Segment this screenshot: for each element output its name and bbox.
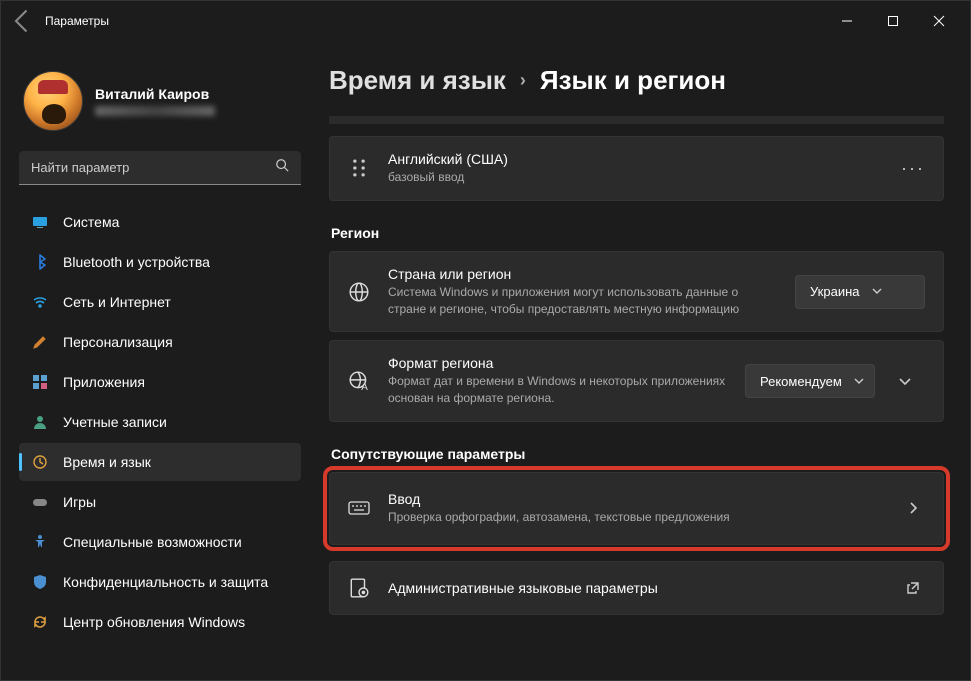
card-subtitle: Проверка орфографии, автозамена, текстов… xyxy=(388,509,883,526)
main-content: Время и язык › Язык и регион Английский … xyxy=(311,41,970,680)
nav-label: Сеть и Интернет xyxy=(63,294,171,310)
section-header-related: Сопутствующие параметры xyxy=(331,446,944,462)
sidebar-item-network[interactable]: Сеть и Интернет xyxy=(19,283,301,321)
globe-icon xyxy=(348,281,370,303)
chevron-down-icon xyxy=(854,374,864,389)
nav-label: Персонализация xyxy=(63,334,173,350)
more-button[interactable]: ··· xyxy=(901,158,925,179)
minimize-button[interactable] xyxy=(824,5,870,37)
brush-icon xyxy=(31,333,49,351)
apps-icon xyxy=(31,373,49,391)
profile-email-redacted xyxy=(95,106,215,116)
gamepad-icon xyxy=(31,493,49,511)
sidebar-item-gaming[interactable]: Игры xyxy=(19,483,301,521)
breadcrumb: Время и язык › Язык и регион xyxy=(329,65,944,96)
card-subtitle: Система Windows и приложения могут испол… xyxy=(388,284,777,318)
svg-text:A: A xyxy=(361,382,368,392)
language-card-english-us[interactable]: Английский (США) базовый ввод ··· xyxy=(329,136,944,201)
keyboard-icon xyxy=(348,497,370,519)
sidebar-item-time-language[interactable]: Время и язык xyxy=(19,443,301,481)
language-title: Английский (США) xyxy=(388,151,883,167)
nav-label: Bluetooth и устройства xyxy=(63,254,210,270)
search-icon xyxy=(275,158,289,177)
update-icon xyxy=(31,613,49,631)
sidebar-item-accessibility[interactable]: Специальные возможности xyxy=(19,523,301,561)
nav-label: Время и язык xyxy=(63,454,151,470)
language-subtitle: базовый ввод xyxy=(388,169,883,186)
profile-name: Виталий Каиров xyxy=(95,86,215,102)
wifi-icon xyxy=(31,293,49,311)
input-card-highlight: Ввод Проверка орфографии, автозамена, те… xyxy=(329,472,944,545)
sidebar-item-accounts[interactable]: Учетные записи xyxy=(19,403,301,441)
profile[interactable]: Виталий Каиров xyxy=(19,41,301,151)
region-format-dropdown[interactable]: Рекомендуем xyxy=(745,364,875,398)
nav-label: Центр обновления Windows xyxy=(63,614,245,630)
card-title: Формат региона xyxy=(388,355,727,371)
sidebar-item-update[interactable]: Центр обновления Windows xyxy=(19,603,301,641)
avatar xyxy=(23,71,83,131)
chevron-right-icon xyxy=(901,496,925,520)
card-title: Страна или регион xyxy=(388,266,777,282)
drag-handle-icon[interactable] xyxy=(348,157,370,179)
card-title: Ввод xyxy=(388,491,883,507)
page-title: Язык и регион xyxy=(540,65,726,96)
sidebar-item-personalization[interactable]: Персонализация xyxy=(19,323,301,361)
titlebar: Параметры xyxy=(1,1,970,41)
nav-label: Система xyxy=(63,214,119,230)
sidebar: Виталий Каиров Система Bluetooth и устро… xyxy=(1,41,311,680)
card-title: Административные языковые параметры xyxy=(388,580,883,596)
sidebar-item-system[interactable]: Система xyxy=(19,203,301,241)
sidebar-item-privacy[interactable]: Конфиденциальность и защита xyxy=(19,563,301,601)
search-input[interactable] xyxy=(31,160,275,175)
sidebar-item-apps[interactable]: Приложения xyxy=(19,363,301,401)
settings-window: Параметры Виталий Каиров Система Bluetoo… xyxy=(0,0,971,681)
back-button[interactable] xyxy=(9,7,37,35)
shield-icon xyxy=(31,573,49,591)
dropdown-value: Украина xyxy=(810,284,860,299)
nav: Система Bluetooth и устройства Сеть и Ин… xyxy=(19,203,301,641)
nav-label: Игры xyxy=(63,494,96,510)
external-link-icon xyxy=(901,576,925,600)
settings-document-icon xyxy=(348,577,370,599)
country-region-card[interactable]: Страна или регион Система Windows и прил… xyxy=(329,251,944,333)
nav-label: Специальные возможности xyxy=(63,534,242,550)
chevron-right-icon: › xyxy=(520,70,526,91)
chevron-down-icon xyxy=(872,284,882,299)
card-subtitle: Формат дат и времени в Windows и некотор… xyxy=(388,373,727,407)
bluetooth-icon xyxy=(31,253,49,271)
nav-label: Приложения xyxy=(63,374,145,390)
globe-letter-icon: A xyxy=(348,370,370,392)
input-settings-card[interactable]: Ввод Проверка орфографии, автозамена, те… xyxy=(329,472,944,545)
breadcrumb-parent[interactable]: Время и язык xyxy=(329,65,506,96)
collapsed-section[interactable] xyxy=(329,116,944,124)
country-dropdown[interactable]: Украина xyxy=(795,275,925,309)
nav-label: Конфиденциальность и защита xyxy=(63,574,268,590)
maximize-button[interactable] xyxy=(870,5,916,37)
search-box[interactable] xyxy=(19,151,301,185)
close-button[interactable] xyxy=(916,5,962,37)
nav-label: Учетные записи xyxy=(63,414,167,430)
dropdown-value: Рекомендуем xyxy=(760,374,842,389)
region-format-card[interactable]: A Формат региона Формат дат и времени в … xyxy=(329,340,944,422)
window-title: Параметры xyxy=(45,14,109,28)
expand-button[interactable] xyxy=(885,361,925,401)
display-icon xyxy=(31,213,49,231)
section-header-region: Регион xyxy=(331,225,944,241)
clock-globe-icon xyxy=(31,453,49,471)
admin-language-settings-card[interactable]: Административные языковые параметры xyxy=(329,561,944,615)
person-icon xyxy=(31,413,49,431)
sidebar-item-bluetooth[interactable]: Bluetooth и устройства xyxy=(19,243,301,281)
accessibility-icon xyxy=(31,533,49,551)
